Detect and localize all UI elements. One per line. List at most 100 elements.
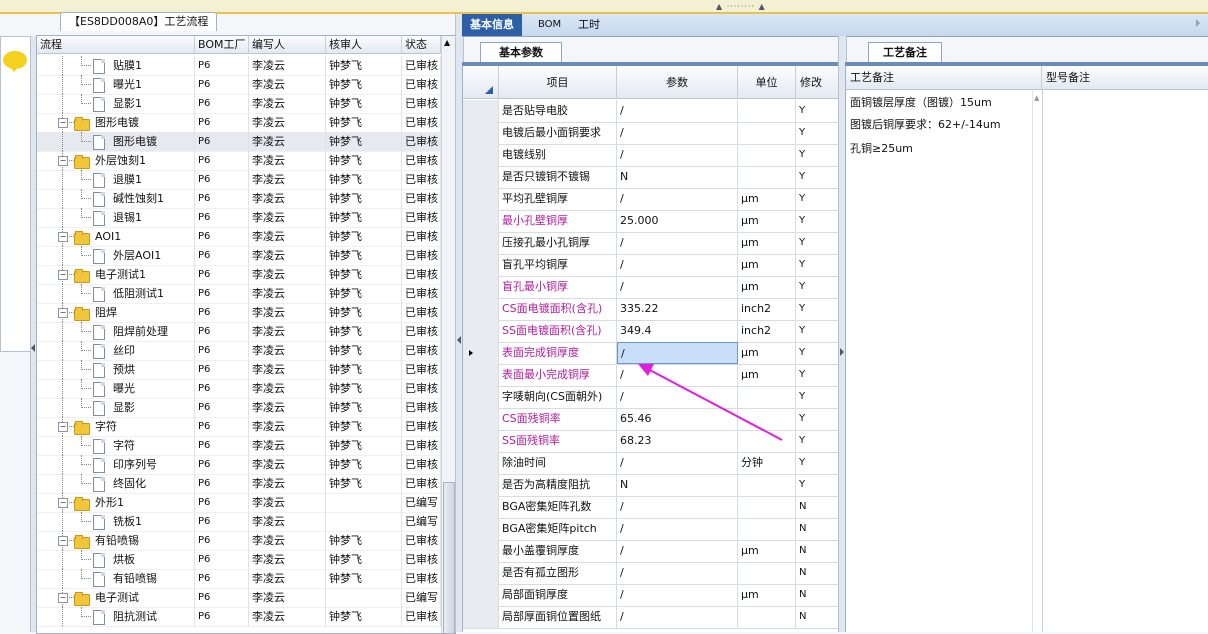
param-row[interactable]: 盲孔最小铜厚 / μm Y: [463, 276, 839, 299]
row-selector[interactable]: [463, 144, 499, 166]
chat-bubble-icon[interactable]: [3, 51, 27, 72]
collapse-left-icon[interactable]: [457, 336, 461, 344]
param-row[interactable]: 是否有孤立图形 / N: [463, 562, 839, 585]
param-row[interactable]: 最小孔壁铜厚 25.000 μm Y: [463, 210, 839, 233]
param-value-cell[interactable]: N: [617, 166, 738, 188]
param-value-cell[interactable]: N: [617, 474, 738, 496]
col-header-flow[interactable]: 流程: [37, 36, 195, 54]
process-row[interactable]: 退膜1 P6 李凌云 钟梦飞 已审核: [37, 170, 441, 190]
param-row[interactable]: 电镀线别 / Y: [463, 144, 839, 167]
param-value-cell[interactable]: /: [617, 254, 738, 276]
col-header-item[interactable]: 项目: [499, 66, 617, 99]
collapse-left-icon[interactable]: [31, 344, 35, 352]
process-row[interactable]: − 外层蚀刻1 P6 李凌云 钟梦飞 已审核: [37, 151, 441, 171]
process-row[interactable]: 有铅喷锡 P6 李凌云 钟梦飞 已审核: [37, 569, 441, 589]
param-value-cell[interactable]: /: [617, 452, 738, 474]
param-value-cell[interactable]: /: [617, 606, 738, 628]
param-value-cell[interactable]: /: [617, 562, 738, 584]
collapse-node-icon[interactable]: −: [58, 232, 68, 242]
col-header-reviewer[interactable]: 核审人: [326, 36, 402, 54]
collapse-node-icon[interactable]: −: [58, 118, 68, 128]
select-all-icon[interactable]: [485, 86, 493, 94]
row-selector[interactable]: [463, 518, 499, 540]
collapse-node-icon[interactable]: −: [58, 536, 68, 546]
row-selector[interactable]: [463, 408, 499, 430]
tab-basic-params[interactable]: 基本参数: [480, 42, 562, 63]
row-selector[interactable]: [463, 232, 499, 254]
col-header-param[interactable]: 参数: [617, 66, 738, 99]
process-row[interactable]: 退锡1 P6 李凌云 钟梦飞 已审核: [37, 208, 441, 228]
param-value-cell[interactable]: /: [617, 188, 738, 210]
param-value-cell[interactable]: /: [617, 276, 738, 298]
row-selector[interactable]: [463, 452, 499, 474]
param-value-cell[interactable]: /: [617, 122, 738, 144]
row-selector[interactable]: [463, 100, 499, 122]
row-selector[interactable]: [463, 474, 499, 496]
collapse-node-icon[interactable]: −: [58, 308, 68, 318]
row-selector[interactable]: [463, 430, 499, 452]
row-selector[interactable]: [463, 166, 499, 188]
row-selector[interactable]: [463, 276, 499, 298]
process-row[interactable]: − 电子测试1 P6 李凌云 钟梦飞 已审核: [37, 265, 441, 285]
param-row[interactable]: 压接孔最小孔铜厚 / μm Y: [463, 232, 839, 255]
tab-work-hours[interactable]: 工时: [570, 14, 608, 36]
process-row[interactable]: 图形电镀 P6 李凌云 钟梦飞 已审核: [37, 132, 441, 152]
row-selector[interactable]: [463, 254, 499, 276]
process-row[interactable]: 阻焊前处理 P6 李凌云 钟梦飞 已审核: [37, 322, 441, 342]
param-value-cell[interactable]: /: [617, 144, 738, 166]
param-value-cell[interactable]: 349.4: [617, 320, 738, 342]
row-selector[interactable]: [463, 562, 499, 584]
param-value-cell[interactable]: /: [617, 496, 738, 518]
param-row[interactable]: 盲孔平均铜厚 / μm Y: [463, 254, 839, 277]
process-row[interactable]: − 电子测试 P6 李凌云 已编写: [37, 588, 441, 608]
process-row[interactable]: − 阻焊 P6 李凌云 钟梦飞 已审核: [37, 303, 441, 323]
process-row[interactable]: 字符 P6 李凌云 钟梦飞 已审核: [37, 436, 441, 456]
process-row[interactable]: − 外形1 P6 李凌云 已编写: [37, 493, 441, 513]
process-row[interactable]: 曝光1 P6 李凌云 钟梦飞 已审核: [37, 75, 441, 95]
row-selector[interactable]: [463, 386, 499, 408]
param-value-cell[interactable]: /: [617, 100, 738, 122]
tab-basic-info[interactable]: 基本信息: [462, 14, 522, 36]
param-row[interactable]: BGA密集矩阵pitch / N: [463, 518, 839, 541]
process-row[interactable]: 印序列号 P6 李凌云 钟梦飞 已审核: [37, 455, 441, 475]
row-selector[interactable]: [463, 584, 499, 606]
col-header-bom[interactable]: BOM工厂: [195, 36, 249, 54]
process-row[interactable]: 碱性蚀刻1 P6 李凌云 钟梦飞 已审核: [37, 189, 441, 209]
process-row[interactable]: 烘板 P6 李凌云 钟梦飞 已审核: [37, 550, 441, 570]
param-row[interactable]: 除油时间 / 分钟 Y: [463, 452, 839, 475]
collapse-node-icon[interactable]: −: [58, 156, 68, 166]
row-selector[interactable]: [463, 210, 499, 232]
process-row[interactable]: 显影 P6 李凌云 钟梦飞 已审核: [37, 398, 441, 418]
param-row[interactable]: 是否贴导电胶 / Y: [463, 100, 839, 123]
process-row[interactable]: 贴膜1 P6 李凌云 钟梦飞 已审核: [37, 56, 441, 76]
row-selector[interactable]: [463, 496, 499, 518]
process-scroll-thumb[interactable]: [443, 482, 455, 633]
row-selector[interactable]: [463, 540, 499, 562]
param-value-cell[interactable]: /: [617, 540, 738, 562]
row-selector[interactable]: [463, 298, 499, 320]
process-row[interactable]: 阻抗测试 P6 李凌云 钟梦飞 已审核: [37, 607, 441, 627]
col-header-status[interactable]: 状态: [402, 36, 441, 54]
process-row[interactable]: − 图形电镀 P6 李凌云 钟梦飞 已审核: [37, 113, 441, 133]
collapse-node-icon[interactable]: −: [58, 270, 68, 280]
tab-process-notes[interactable]: 工艺备注: [868, 42, 942, 63]
param-row[interactable]: SS面电镀面积(含孔) 349.4 inch2 Y: [463, 320, 839, 343]
row-selector[interactable]: [463, 342, 499, 364]
collapse-node-icon[interactable]: −: [58, 593, 68, 603]
scroll-up-icon[interactable]: ▲: [444, 38, 450, 47]
process-row[interactable]: 低阻测试1 P6 李凌云 钟梦飞 已审核: [37, 284, 441, 304]
row-selector[interactable]: [463, 606, 499, 628]
param-row[interactable]: CS面电镀面积(含孔) 335.22 inch2 Y: [463, 298, 839, 321]
param-row[interactable]: 最小盖覆铜厚度 / μm N: [463, 540, 839, 563]
col-header-model-notes[interactable]: 型号备注: [1042, 66, 1208, 90]
scroll-up-icon[interactable]: ▲: [1034, 94, 1039, 102]
param-row[interactable]: 局部面铜厚度 / μm N: [463, 584, 839, 607]
tabs-scroll-icon[interactable]: [1196, 19, 1200, 27]
param-row[interactable]: 平均孔壁铜厚 / μm Y: [463, 188, 839, 211]
param-value-cell[interactable]: 335.22: [617, 298, 738, 320]
param-row[interactable]: 是否为高精度阻抗 N Y: [463, 474, 839, 497]
col-header-modify[interactable]: 修改: [796, 66, 839, 99]
row-header-corner[interactable]: [463, 66, 499, 99]
row-selector[interactable]: [463, 188, 499, 210]
process-row[interactable]: 曝光 P6 李凌云 钟梦飞 已审核: [37, 379, 441, 399]
